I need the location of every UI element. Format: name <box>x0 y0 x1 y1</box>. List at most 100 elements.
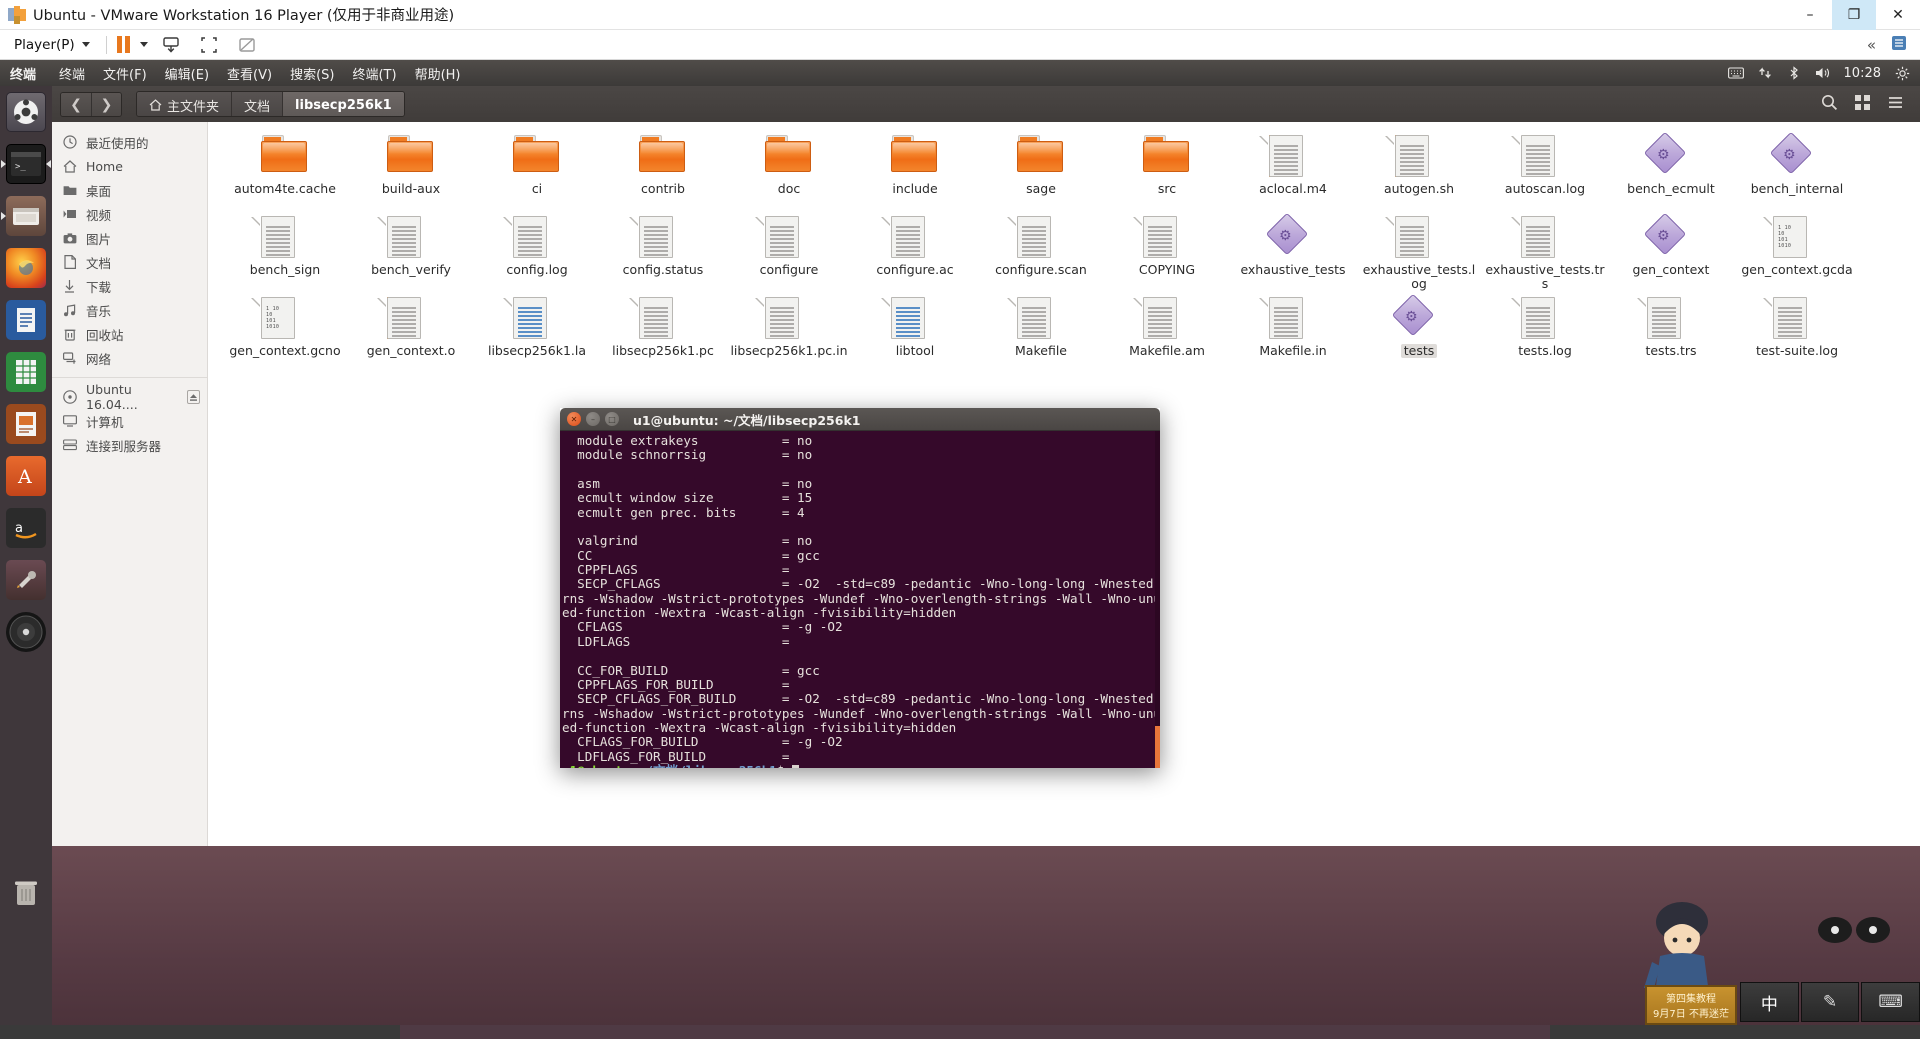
send-key-icon[interactable] <box>156 33 186 57</box>
sidebar-item-videos[interactable]: 视频 <box>52 202 207 226</box>
menu-terminal[interactable]: 终端 <box>50 62 94 85</box>
sidebar-item-trash[interactable]: 回收站 <box>52 322 207 346</box>
file-item[interactable]: gen_context.o <box>348 292 474 373</box>
sidebar-item-downloads[interactable]: 下载 <box>52 274 207 298</box>
launcher-item-software[interactable]: A <box>0 450 52 502</box>
minimize-button[interactable]: – <box>1788 0 1832 30</box>
launcher-item-settings[interactable] <box>0 554 52 606</box>
file-item[interactable]: configure <box>726 211 852 292</box>
clock[interactable]: 10:28 <box>1844 66 1881 81</box>
breadcrumb-documents[interactable]: 文档 <box>231 92 283 116</box>
search-icon[interactable] <box>1821 94 1838 115</box>
file-item[interactable]: libsecp256k1.la <box>474 292 600 373</box>
launcher-item-calc[interactable] <box>0 346 52 398</box>
menu-edit[interactable]: 编辑(E) <box>156 62 218 85</box>
file-item[interactable]: ⚙ bench_ecmult <box>1608 130 1734 211</box>
file-item[interactable]: contrib <box>600 130 726 211</box>
file-item[interactable]: ⚙ bench_internal <box>1734 130 1860 211</box>
terminal-close-icon[interactable]: ✕ <box>567 412 581 426</box>
file-item[interactable]: 1 10 10 101 1010 gen_context.gcno <box>222 292 348 373</box>
keyboard-icon[interactable] <box>1727 65 1744 81</box>
file-item[interactable]: doc <box>726 130 852 211</box>
file-item[interactable]: src <box>1104 130 1230 211</box>
file-item[interactable]: ⚙ tests <box>1356 292 1482 373</box>
file-item[interactable]: libsecp256k1.pc <box>600 292 726 373</box>
collapse-toolbar-icon[interactable]: « <box>1867 36 1876 54</box>
sidebar-item-desktop[interactable]: 桌面 <box>52 178 207 202</box>
launcher-item-firefox[interactable] <box>0 242 52 294</box>
file-item[interactable]: autogen.sh <box>1356 130 1482 211</box>
launcher-item-writer[interactable] <box>0 294 52 346</box>
file-item[interactable]: test-suite.log <box>1734 292 1860 373</box>
sidebar-item-recent[interactable]: 最近使用的 <box>52 130 207 154</box>
breadcrumb-home[interactable]: 主文件夹 <box>137 92 232 116</box>
sidebar-item-connect-server[interactable]: 连接到服务器 <box>52 433 207 457</box>
sidebar-item-network[interactable]: 网络 <box>52 346 207 370</box>
launcher-item-terminal[interactable]: >_ <box>0 138 52 190</box>
breadcrumb-current[interactable]: libsecp256k1 <box>282 92 404 116</box>
launcher-item-dash-home[interactable] <box>0 86 52 138</box>
launcher-item-trash[interactable] <box>0 867 52 919</box>
file-item[interactable]: include <box>852 130 978 211</box>
file-item[interactable]: aclocal.m4 <box>1230 130 1356 211</box>
file-item[interactable]: autom4te.cache <box>222 130 348 211</box>
view-grid-icon[interactable] <box>1854 94 1871 115</box>
file-item[interactable]: configure.scan <box>978 211 1104 292</box>
sidebar-item-pictures[interactable]: 图片 <box>52 226 207 250</box>
bluetooth-icon[interactable] <box>1786 65 1802 81</box>
file-item[interactable]: tests.log <box>1482 292 1608 373</box>
player-menu-button[interactable]: Player(P) <box>8 37 96 53</box>
network-icon[interactable] <box>1757 65 1773 81</box>
forward-button[interactable]: ❯ <box>91 92 121 116</box>
file-item[interactable]: sage <box>978 130 1104 211</box>
file-item[interactable]: config.log <box>474 211 600 292</box>
file-item[interactable]: autoscan.log <box>1482 130 1608 211</box>
sidebar-item-ubuntu-disc[interactable]: Ubuntu 16.04.... <box>52 382 207 412</box>
file-item[interactable]: exhaustive_tests.log <box>1356 211 1482 292</box>
restore-button[interactable]: ❐ <box>1832 0 1876 30</box>
close-button[interactable]: ✕ <box>1876 0 1920 30</box>
fullscreen-icon[interactable] <box>194 33 224 57</box>
file-item[interactable]: libsecp256k1.pc.in <box>726 292 852 373</box>
sidebar-item-computer[interactable]: 计算机 <box>52 409 207 433</box>
launcher-item-files[interactable] <box>0 190 52 242</box>
file-item[interactable]: Makefile.in <box>1230 292 1356 373</box>
menu-view[interactable]: 查看(V) <box>218 62 281 85</box>
file-item[interactable]: configure.ac <box>852 211 978 292</box>
file-item[interactable]: COPYING <box>1104 211 1230 292</box>
file-item[interactable]: build-aux <box>348 130 474 211</box>
file-item[interactable]: bench_verify <box>348 211 474 292</box>
file-item[interactable]: 1 10 10 101 1010 gen_context.gcda <box>1734 211 1860 292</box>
eject-button[interactable] <box>187 390 200 404</box>
terminal-window[interactable]: ✕ – □ u1@ubuntu: ~/文档/libsecp256k1 modul… <box>560 408 1160 768</box>
gear-icon[interactable] <box>1894 65 1910 81</box>
launcher-item-amazon[interactable]: a <box>0 502 52 554</box>
file-item[interactable]: Makefile.am <box>1104 292 1230 373</box>
file-item[interactable]: bench_sign <box>222 211 348 292</box>
terminal-maximize-icon[interactable]: □ <box>605 412 619 426</box>
terminal-scrollbar[interactable] <box>1155 431 1160 768</box>
ime-pen-icon[interactable]: ✎ <box>1800 982 1860 1022</box>
file-item[interactable]: exhaustive_tests.trs <box>1482 211 1608 292</box>
file-item[interactable]: ⚙ gen_context <box>1608 211 1734 292</box>
launcher-item-impress[interactable] <box>0 398 52 450</box>
terminal-output-area[interactable]: module extrakeys = no module schnorrsig … <box>560 431 1160 768</box>
ime-mode-chinese-button[interactable]: 中 <box>1740 982 1799 1022</box>
pause-icon[interactable] <box>116 36 130 53</box>
pause-dropdown-chevron-down-icon[interactable] <box>139 42 148 47</box>
file-item[interactable]: ci <box>474 130 600 211</box>
terminal-minimize-icon[interactable]: – <box>586 412 600 426</box>
file-item[interactable]: ⚙ exhaustive_tests <box>1230 211 1356 292</box>
launcher-item-dvd[interactable] <box>0 606 52 658</box>
unity-mode-icon[interactable] <box>232 33 262 57</box>
hamburger-menu-icon[interactable] <box>1887 94 1904 115</box>
menu-terminal-2[interactable]: 终端(T) <box>343 62 405 85</box>
menu-search[interactable]: 搜索(S) <box>281 62 343 85</box>
file-item[interactable]: tests.trs <box>1608 292 1734 373</box>
menu-icon[interactable] <box>1890 34 1908 56</box>
menu-help[interactable]: 帮助(H) <box>406 62 470 85</box>
volume-icon[interactable] <box>1815 65 1831 81</box>
sidebar-item-music[interactable]: 音乐 <box>52 298 207 322</box>
file-item[interactable]: libtool <box>852 292 978 373</box>
sidebar-item-home[interactable]: Home <box>52 154 207 178</box>
